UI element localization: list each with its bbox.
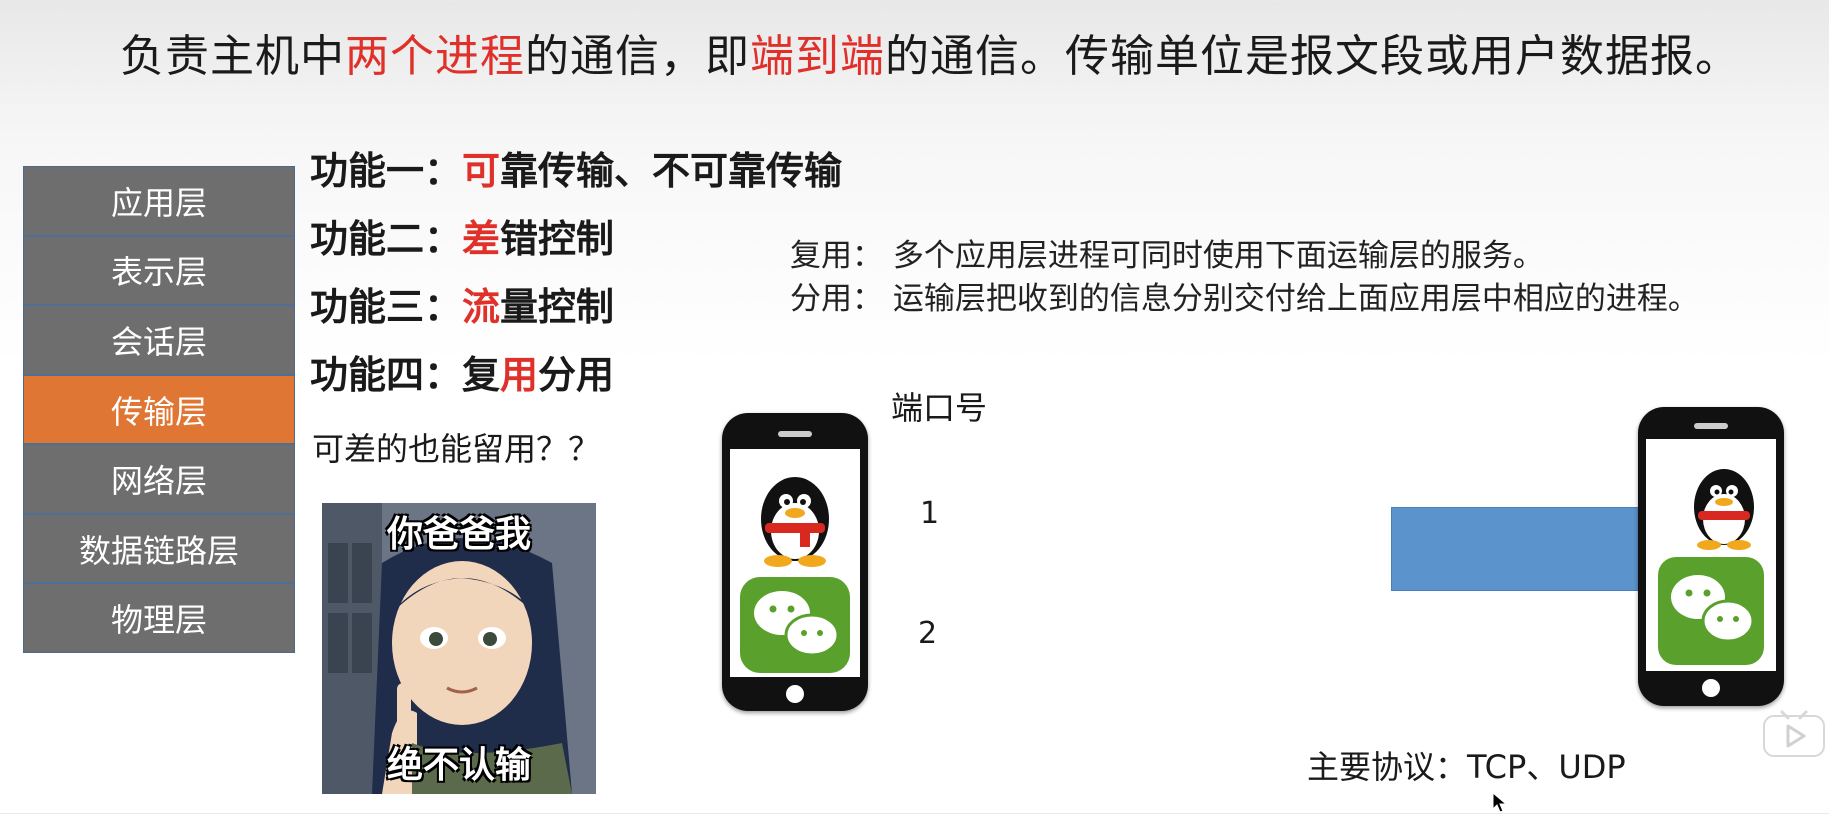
question-text: 可差的也能留用？？	[312, 430, 601, 468]
qq-penguin-icon	[761, 477, 829, 567]
function-4: 功能四：复用分用	[310, 344, 614, 399]
function-4-rest: 分用	[538, 353, 615, 397]
function-4-highlight: 用	[500, 353, 539, 397]
osi-layer-stack: 应用层 表示层 会话层 传输层 网络层 数据链路层 物理层	[23, 166, 295, 653]
phone-left-apps	[740, 477, 850, 673]
blue-overlay-box	[1391, 507, 1680, 591]
function-1-rest: 靠传输、不可靠传输	[500, 149, 843, 193]
play-icon[interactable]	[1762, 710, 1826, 758]
wechat-icon	[1658, 557, 1764, 665]
layer-network[interactable]: 网络层	[24, 445, 294, 515]
headline: 负责主机中两个进程的通信，即端到端的通信。传输单位是报文段或用户数据报。	[120, 20, 1740, 84]
function-3-prefix: 功能三：	[310, 285, 463, 329]
meme-bottom-caption: 绝不认输	[386, 745, 531, 786]
meme-top-caption: 你爸爸我	[386, 514, 531, 555]
phone-home-button	[786, 685, 804, 703]
headline-highlight-end-to-end: 端到端	[750, 31, 885, 82]
function-4-prefix: 功能四：复	[310, 353, 501, 397]
headline-part1: 负责主机中	[120, 31, 345, 82]
meme-image: 你爸爸我 绝不认输	[322, 503, 596, 794]
function-3: 功能三：流量控制	[310, 276, 614, 331]
function-1-highlight: 可	[462, 149, 501, 193]
mouse-cursor-icon	[1492, 792, 1508, 813]
function-1: 功能一：可靠传输、不可靠传输	[310, 140, 842, 195]
phone-speaker	[1694, 423, 1728, 429]
layer-application[interactable]: 应用层	[24, 167, 294, 237]
function-2-rest: 错控制	[500, 217, 615, 261]
phone-home-button	[1702, 679, 1720, 697]
port-number-label: 端口号	[891, 389, 988, 427]
function-2-prefix: 功能二：	[310, 217, 463, 261]
phone-speaker	[778, 431, 812, 437]
layer-session[interactable]: 会话层	[24, 306, 294, 376]
phone-left	[722, 413, 868, 711]
phone-right-apps	[1658, 469, 1764, 665]
layer-presentation[interactable]: 表示层	[24, 236, 294, 307]
headline-highlight-processes: 两个进程	[345, 31, 525, 82]
layer-transport[interactable]: 传输层	[24, 375, 294, 446]
demultiplexing-text: 分用： 运输层把收到的信息分别交付给上面应用层中相应的进程。	[790, 281, 1699, 317]
function-3-highlight: 流	[462, 285, 501, 329]
phone-screen	[730, 449, 860, 677]
main-protocols-text: 主要协议：TCP、UDP	[1307, 748, 1626, 786]
function-1-prefix: 功能一：	[310, 149, 463, 193]
port-number-2: 2	[918, 616, 938, 651]
phone-screen	[1646, 439, 1776, 671]
layer-physical[interactable]: 物理层	[24, 584, 294, 653]
port-number-1: 1	[920, 496, 940, 531]
function-2-highlight: 差	[462, 217, 501, 261]
headline-part3: 的通信。传输单位是报文段或用户数据报。	[885, 31, 1740, 82]
qq-penguin-icon	[1694, 469, 1754, 550]
multiplexing-text: 复用： 多个应用层进程可同时使用下面运输层的服务。	[790, 238, 1544, 274]
headline-part2: 的通信，即	[525, 31, 750, 82]
function-3-rest: 量控制	[500, 285, 615, 329]
phone-right	[1638, 407, 1784, 706]
wechat-icon	[740, 577, 850, 673]
layer-data-link[interactable]: 数据链路层	[24, 514, 294, 585]
function-2: 功能二：差错控制	[310, 208, 614, 263]
